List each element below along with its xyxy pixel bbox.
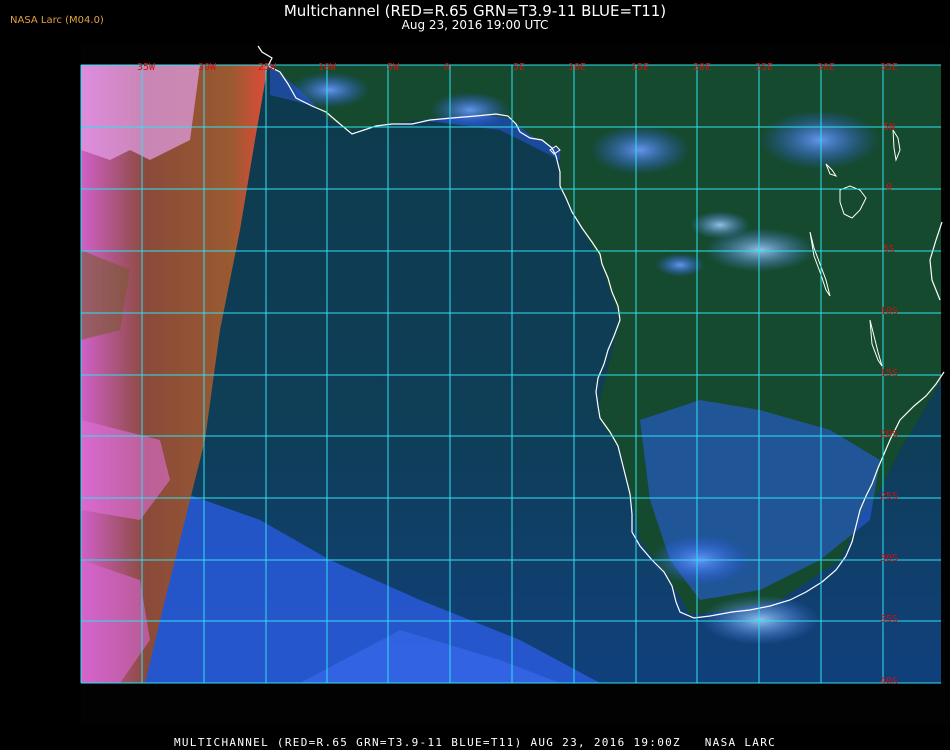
satellite-map: 35W 30W 25W 10W 5W 0 5E 10E 15E 20E 25E 30E 35E 5N 0 5… — [80, 45, 950, 725]
cloud-patch — [290, 72, 370, 108]
image-footer: MULTICHANNEL (RED=R.65 GRN=T3.9-11 BLUE=… — [173, 736, 777, 749]
longitude-label: 30E — [817, 62, 835, 73]
longitude-label: 5E — [513, 62, 525, 73]
longitude-label: 15E — [631, 62, 649, 73]
latitude-label: 40S — [880, 676, 898, 687]
latitude-label: 30S — [880, 553, 898, 564]
longitude-label: 35W — [137, 62, 156, 73]
longitude-label: 5W — [387, 62, 400, 73]
longitude-label: 10E — [568, 62, 586, 73]
cloud-patch — [690, 211, 750, 239]
latitude-label: 15S — [880, 368, 898, 379]
longitude-label: 35E — [880, 62, 898, 73]
latitude-label: 5N — [883, 122, 895, 133]
latitude-label: 25S — [880, 491, 898, 502]
latitude-label: 10S — [880, 306, 898, 317]
satellite-imagery — [81, 65, 941, 683]
longitude-label: 25E — [755, 62, 773, 73]
longitude-label: 30W — [198, 62, 217, 73]
latitude-label: 20S — [880, 429, 898, 440]
cloud-patch — [430, 92, 510, 128]
cloud-patch — [700, 595, 820, 645]
cloud-patch — [590, 125, 690, 175]
longitude-label: 25W — [258, 62, 277, 73]
longitude-label: 20E — [693, 62, 711, 73]
cloud-patch — [760, 110, 880, 170]
latitude-label: 5S — [883, 244, 895, 255]
latitude-label: 0 — [886, 182, 892, 193]
latitude-label: 35S — [880, 614, 898, 625]
longitude-label: 0 — [444, 62, 450, 73]
longitude-label: 10W — [318, 62, 337, 73]
satellite-image-viewer: NASA Larc (M04.0) Multichannel (RED=R.65… — [0, 0, 950, 750]
